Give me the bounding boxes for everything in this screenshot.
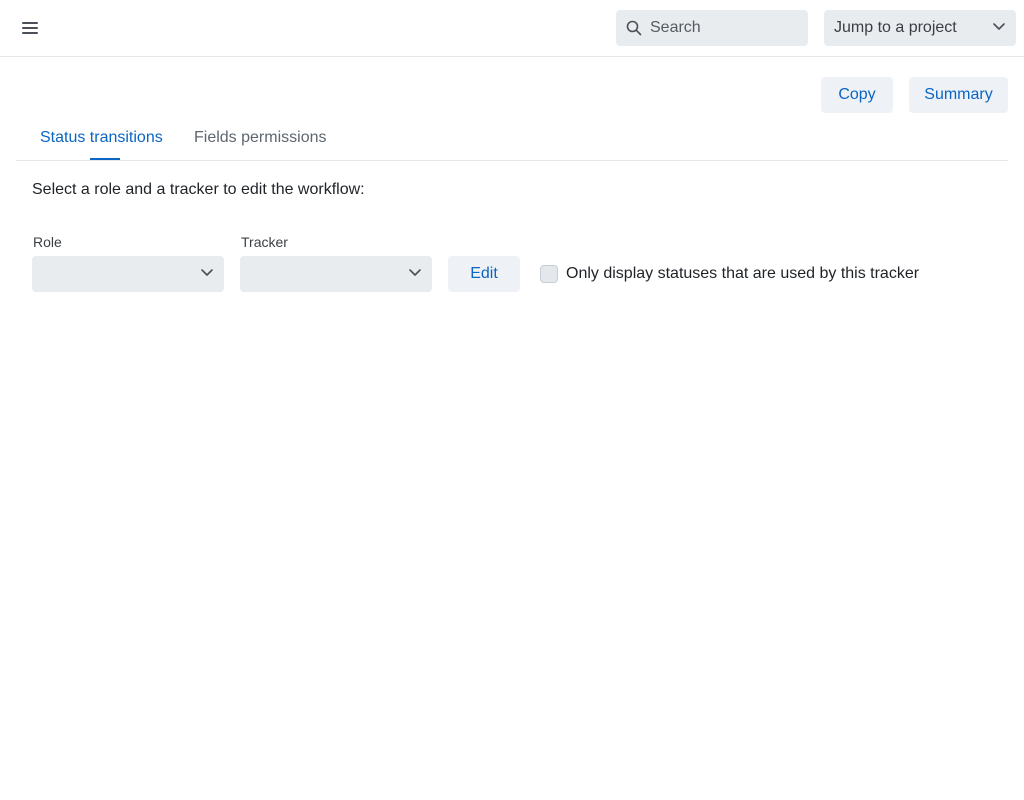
role-label: Role [33, 234, 62, 250]
tab-status-transitions[interactable]: Status transitions [40, 129, 163, 147]
main-menu-button[interactable] [16, 14, 44, 42]
active-tab-indicator [90, 158, 120, 160]
search-input[interactable] [650, 19, 790, 37]
search-icon [626, 20, 642, 36]
hamburger-menu-icon [22, 22, 38, 34]
tracker-label: Tracker [241, 234, 288, 250]
edit-button[interactable]: Edit [448, 256, 520, 292]
workflow-intro-text: Select a role and a tracker to edit the … [32, 181, 365, 198]
tab-fields-permissions[interactable]: Fields permissions [194, 129, 326, 147]
jump-to-project-label: Jump to a project [834, 19, 957, 36]
role-select[interactable] [32, 256, 224, 292]
search-box[interactable] [616, 10, 808, 46]
workflow-tabs: Status transitions Fields permissions [16, 122, 1008, 161]
chevron-down-icon [409, 269, 421, 276]
tracker-select[interactable] [240, 256, 432, 292]
chevron-down-icon [993, 23, 1005, 30]
only-used-statuses-label[interactable]: Only display statuses that are used by t… [566, 265, 919, 283]
summary-button[interactable]: Summary [909, 77, 1008, 113]
chevron-down-icon [201, 269, 213, 276]
only-used-statuses-checkbox[interactable] [540, 265, 558, 283]
jump-to-project-select[interactable]: Jump to a project [824, 10, 1016, 46]
copy-button[interactable]: Copy [821, 77, 893, 113]
top-bar: Jump to a project [0, 0, 1024, 57]
